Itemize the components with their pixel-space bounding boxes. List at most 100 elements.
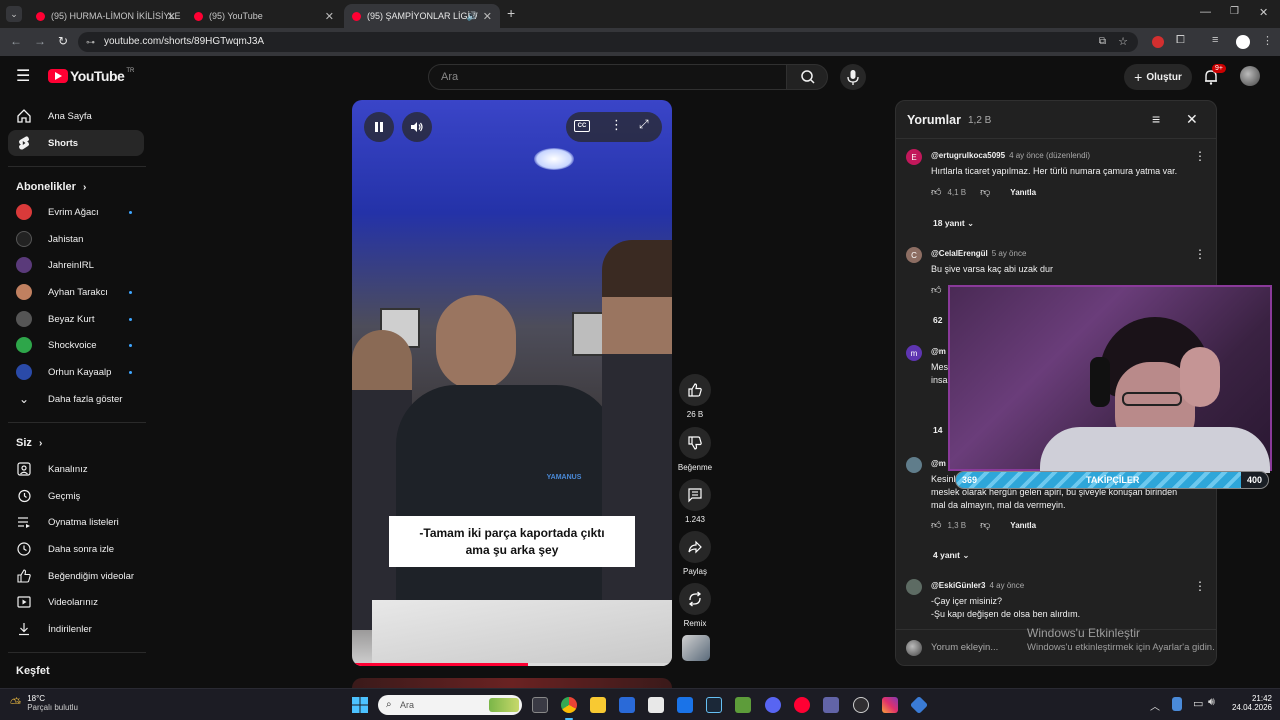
comment-username[interactable]: @EskiGünler3 <box>931 581 986 590</box>
forward-icon[interactable]: → <box>34 34 46 48</box>
next-video-preview[interactable] <box>352 678 672 688</box>
view-replies-button[interactable]: 18 yanıt ⌄ <box>933 218 974 229</box>
hamburger-menu-icon[interactable]: ☰ <box>16 66 30 86</box>
sidebar-item-playlists[interactable]: Oynatma listeleri <box>8 509 144 535</box>
browser-tab-1[interactable]: (95) HURMA-LİMON İKİLİSİYLE ✕ <box>28 4 184 28</box>
obs-icon[interactable] <box>853 697 869 713</box>
back-icon[interactable]: ← <box>10 34 22 48</box>
share-button[interactable] <box>679 531 711 563</box>
search-button[interactable] <box>786 64 828 90</box>
close-tab-icon[interactable]: ✕ <box>325 10 334 23</box>
sidebar-item-subscription[interactable]: Shockvoice <box>8 332 144 358</box>
comment-avatar[interactable]: m <box>906 345 922 361</box>
browser-tab-2[interactable]: (95) YouTube ✕ <box>186 4 342 28</box>
sound-thumbnail[interactable] <box>682 635 710 661</box>
chrome-icon[interactable] <box>561 697 577 713</box>
shorts-video-player[interactable]: YAMANUS CC ⋮ ⤢ <box>352 100 672 666</box>
install-app-icon[interactable]: ⧉ <box>1099 32 1106 52</box>
extension-red-icon[interactable] <box>1152 36 1164 48</box>
browser-menu-icon[interactable]: ⋮ <box>1262 34 1273 47</box>
discord-icon[interactable] <box>765 697 781 713</box>
comment-menu-icon[interactable]: ⋮ <box>1194 247 1206 261</box>
teams-icon[interactable] <box>823 697 839 713</box>
view-replies-button[interactable]: 4 yanıt ⌄ <box>933 550 969 561</box>
network-icon[interactable]: ▭ <box>1193 697 1203 710</box>
comments-button[interactable] <box>679 479 711 511</box>
you-heading[interactable]: Siz › <box>16 437 42 449</box>
volume-tray-icon[interactable]: 🔊︎ <box>1208 696 1215 709</box>
file-explorer-icon[interactable] <box>590 697 606 713</box>
fullscreen-icon[interactable]: ⤢ <box>639 117 649 132</box>
voice-search-button[interactable] <box>840 64 866 90</box>
thumbs-up-icon[interactable]: 👍︎ <box>931 186 941 198</box>
view-replies-button[interactable]: 62 <box>933 315 942 325</box>
mail-icon[interactable] <box>677 697 693 713</box>
taskbar-search[interactable]: ⌕ Ara <box>378 695 522 715</box>
subscriptions-heading[interactable]: Abonelikler › <box>16 181 86 193</box>
weather-widget[interactable]: ⛅︎ 18°C Parçalı bulutlu <box>10 694 78 712</box>
instagram-icon[interactable] <box>882 697 898 713</box>
sidebar-item-shorts[interactable]: Shorts <box>8 130 144 156</box>
minimize-icon[interactable]: — <box>1200 6 1211 18</box>
sidebar-item-liked-videos[interactable]: Beğendiğim videolar <box>8 563 144 589</box>
media-control-icon[interactable]: ≡ <box>1212 34 1218 46</box>
dislike-button[interactable] <box>679 427 711 459</box>
sidebar-item-your-channel[interactable]: Kanalınız <box>8 456 144 482</box>
audio-playing-icon[interactable]: 🔊 <box>467 11 478 22</box>
create-button[interactable]: + Oluştur <box>1124 64 1192 90</box>
comment-avatar[interactable]: C <box>906 247 922 263</box>
notifications-button[interactable]: 9+ <box>1202 64 1226 88</box>
like-button[interactable] <box>679 374 711 406</box>
sidebar-item-subscription[interactable]: Beyaz Kurt <box>8 306 144 332</box>
comment-username[interactable]: @ertugrulkoca5095 <box>931 151 1005 160</box>
url-field[interactable]: ⊶ youtube.com/shorts/89HGTwqmJ3A ⧉ ☆ <box>78 32 1138 52</box>
youtube-app-icon[interactable] <box>794 697 810 713</box>
tray-overflow-icon[interactable]: ︿ <box>1150 698 1160 713</box>
thumbs-up-icon[interactable]: 👍︎ <box>931 519 941 531</box>
minecraft-icon[interactable] <box>735 697 751 713</box>
remix-button[interactable] <box>679 583 711 615</box>
close-tab-icon[interactable]: ✕ <box>483 10 492 23</box>
thumbs-up-icon[interactable]: 👍︎ <box>931 284 941 296</box>
clock[interactable]: 21:42 24.04.2026 <box>1228 694 1272 712</box>
comment-avatar[interactable] <box>906 457 922 473</box>
sidebar-item-subscription[interactable]: Evrim Ağacı <box>8 199 144 225</box>
steam-icon[interactable] <box>706 697 722 713</box>
extensions-puzzle-icon[interactable]: ⧠ <box>1176 34 1185 47</box>
view-replies-button[interactable]: 14 <box>933 425 942 435</box>
reload-icon[interactable]: ↻ <box>58 34 68 48</box>
search-input[interactable]: Ara <box>428 64 788 90</box>
comment-input[interactable]: Yorum ekleyin... <box>931 642 998 653</box>
account-avatar[interactable] <box>1240 66 1260 86</box>
reply-button[interactable]: Yanıtla <box>1010 188 1036 197</box>
bookmark-star-icon[interactable]: ☆ <box>1118 32 1128 52</box>
volume-button[interactable] <box>402 112 432 142</box>
comment-username[interactable]: @m <box>931 347 946 356</box>
store-icon[interactable] <box>648 697 664 713</box>
sort-icon[interactable]: ≡ <box>1152 111 1160 127</box>
media-player-icon[interactable] <box>619 697 635 713</box>
tray-app-icon[interactable] <box>1172 697 1182 711</box>
comment-menu-icon[interactable]: ⋮ <box>1194 149 1206 163</box>
close-tab-icon[interactable]: ✕ <box>167 10 176 23</box>
sidebar-item-history[interactable]: Geçmiş <box>8 483 144 509</box>
captions-icon[interactable]: CC <box>574 120 590 132</box>
youtube-logo[interactable]: YouTube TR <box>48 68 134 84</box>
sidebar-item-home[interactable]: Ana Sayfa <box>8 103 144 129</box>
close-comments-icon[interactable]: ✕ <box>1186 111 1198 128</box>
pause-button[interactable] <box>364 112 394 142</box>
comment-username[interactable]: @m <box>931 459 946 468</box>
comment-avatar[interactable] <box>906 579 922 595</box>
sidebar-item-watch-later[interactable]: Daha sonra izle <box>8 536 144 562</box>
sidebar-item-subscription[interactable]: Ayhan Tarakcı <box>8 279 144 305</box>
new-tab-icon[interactable]: + <box>507 5 515 21</box>
sidebar-item-downloads[interactable]: İndirilenler <box>8 616 144 642</box>
sidebar-item-subscription[interactable]: Orhun Kayaalp <box>8 359 144 385</box>
video-progress-bar[interactable] <box>352 663 672 666</box>
comment-username[interactable]: @CelalErengül <box>931 249 988 258</box>
site-info-icon[interactable]: ⊶ <box>86 32 95 52</box>
comment-avatar[interactable]: E <box>906 149 922 165</box>
task-view-icon[interactable] <box>532 697 548 713</box>
restore-icon[interactable]: ❐ <box>1230 6 1239 17</box>
more-options-icon[interactable]: ⋮ <box>610 117 623 133</box>
